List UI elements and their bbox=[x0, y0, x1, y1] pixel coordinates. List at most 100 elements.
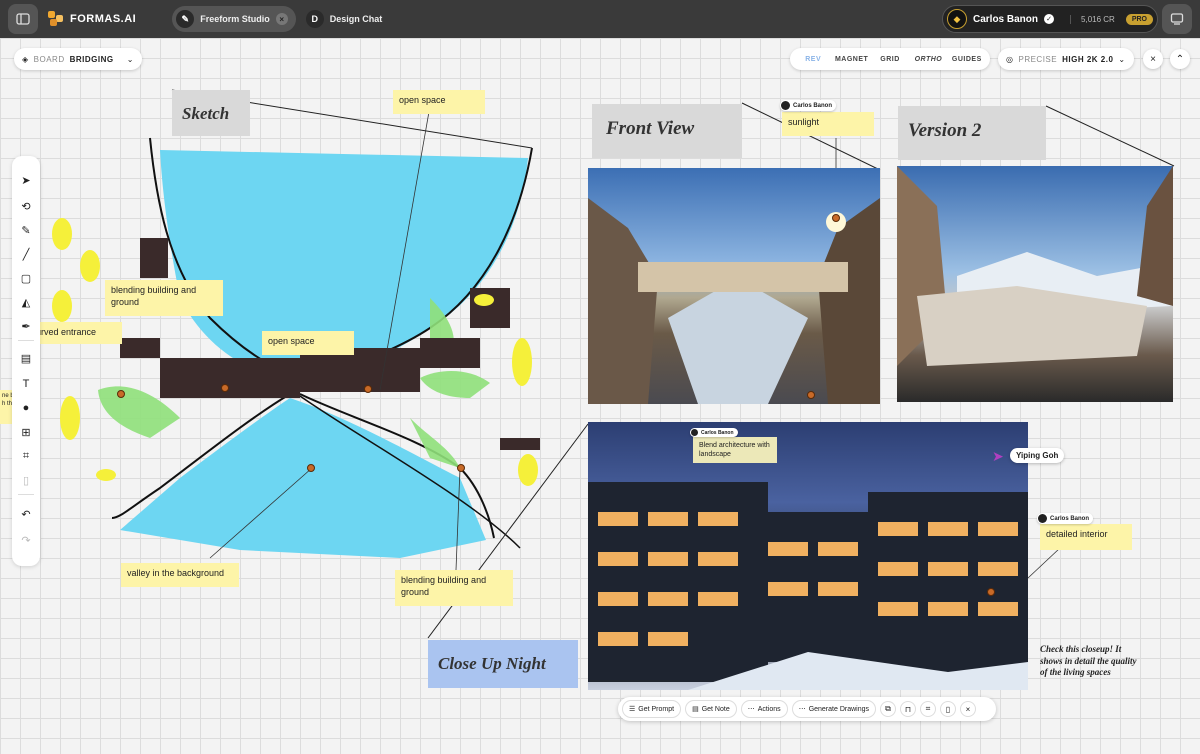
mode-rev[interactable]: REV bbox=[794, 56, 832, 63]
note-detailed-interior[interactable]: detailed interior bbox=[1040, 524, 1132, 550]
actions-button[interactable]: ⋯ Actions bbox=[740, 700, 788, 718]
pro-badge: PRO bbox=[1125, 13, 1153, 25]
mountain-graphic bbox=[588, 198, 880, 404]
mode-grid[interactable]: GRID bbox=[871, 56, 909, 63]
note-blending-building-2[interactable]: blending building and ground bbox=[395, 570, 513, 606]
present-mode-button[interactable] bbox=[1162, 4, 1192, 34]
undo-icon[interactable]: ↶ bbox=[18, 506, 34, 522]
credits-count: 5,016 CR bbox=[1070, 14, 1115, 24]
note-open-space[interactable]: open space bbox=[393, 90, 485, 114]
color-picker-icon[interactable]: ● bbox=[18, 400, 34, 416]
sidebar-icon bbox=[16, 13, 30, 25]
select-tool-icon[interactable]: ➤ bbox=[18, 172, 34, 188]
user-account-badge[interactable]: ◆ Carlos Banon ✓ 5,016 CR PRO bbox=[942, 5, 1158, 33]
tool-palette: ➤ ⟲ ✎ ╱ ▢ ◭ ✒ ▤ T ● ⊞ ⌗ ▯ ↶ ↷ bbox=[12, 156, 40, 566]
design-chat-initial: D bbox=[305, 10, 324, 28]
toolbar-divider bbox=[18, 340, 34, 341]
brush-tool-icon[interactable]: ✎ bbox=[18, 222, 34, 238]
label-sketch[interactable]: Sketch bbox=[172, 90, 250, 136]
label-front-view[interactable]: Front View bbox=[592, 104, 742, 158]
chevron-down-icon: ⌄ bbox=[1118, 54, 1126, 64]
render-value: HIGH 2K 2.0 bbox=[1062, 54, 1114, 64]
components-icon[interactable]: ⊞ bbox=[18, 424, 34, 440]
generate-label: Generate Drawings bbox=[808, 705, 869, 713]
board-label: BOARD bbox=[33, 54, 65, 64]
line-tool-icon[interactable]: ╱ bbox=[18, 246, 34, 262]
mode-magnet[interactable]: MAGNET bbox=[832, 56, 870, 63]
anchor-dot[interactable] bbox=[364, 385, 372, 393]
tab-freeform-studio[interactable]: ✎ Freeform Studio × bbox=[172, 6, 296, 32]
note-open-space-mid[interactable]: open space bbox=[262, 331, 354, 355]
anchor-dot[interactable] bbox=[117, 390, 125, 398]
building-graphic bbox=[588, 482, 1028, 690]
toolbar-divider bbox=[18, 494, 34, 495]
get-note-button[interactable]: ▤ Get Note bbox=[685, 700, 737, 718]
anchor-dot[interactable] bbox=[807, 391, 815, 399]
anchor-dot[interactable] bbox=[832, 214, 840, 222]
note-valley[interactable]: valley in the background bbox=[121, 563, 239, 587]
tab-label: Freeform Studio bbox=[200, 14, 270, 24]
duplicate-icon[interactable]: ⧉ bbox=[880, 701, 896, 717]
render-quality-selector[interactable]: ◎ PRECISE HIGH 2K 2.0 ⌄ bbox=[998, 48, 1134, 70]
note-icon: ▤ bbox=[692, 706, 699, 713]
board-selector[interactable]: ◈ BOARD BRIDGING ⌄ bbox=[14, 48, 142, 70]
chevron-up-icon: ⌃ bbox=[1175, 53, 1185, 65]
snap-mode-toggles: REV MAGNET GRID ORTHO GUIDES bbox=[790, 48, 990, 70]
lasso-tool-icon[interactable]: ⟲ bbox=[18, 198, 34, 214]
anchor-dot[interactable] bbox=[987, 588, 995, 596]
user-avatar-icon bbox=[691, 429, 698, 436]
mode-ortho[interactable]: ORTHO bbox=[909, 56, 947, 63]
delete-icon[interactable]: ▯ bbox=[940, 701, 956, 717]
note-blending-building[interactable]: blending building and ground bbox=[105, 280, 223, 316]
get-prompt-button[interactable]: ☰ Get Prompt bbox=[622, 700, 682, 718]
version-2-render[interactable] bbox=[897, 166, 1173, 402]
user-tag-carlos: Carlos Banon bbox=[1037, 513, 1094, 524]
get-prompt-label: Get Prompt bbox=[638, 705, 675, 713]
rectangle-tool-icon[interactable]: ▢ bbox=[18, 270, 34, 286]
note-curved-entrance[interactable]: urved entrance bbox=[30, 322, 122, 344]
sticky-note-icon[interactable]: ▤ bbox=[18, 350, 34, 366]
front-view-render[interactable] bbox=[588, 168, 880, 404]
generate-drawings-button[interactable]: ⋯ Generate Drawings bbox=[791, 700, 876, 718]
collapse-button[interactable]: ⌃ bbox=[1170, 49, 1190, 69]
fill-tool-icon[interactable]: ◭ bbox=[18, 294, 34, 310]
handwritten-comment[interactable]: Check this closeup! It shows in detail t… bbox=[1040, 644, 1140, 679]
note-blend-architecture[interactable]: Blend architecture with landscape bbox=[693, 437, 777, 463]
note-sunlight[interactable]: sunlight bbox=[782, 112, 874, 136]
crop-icon[interactable]: ⌗ bbox=[920, 701, 936, 717]
redo-icon[interactable]: ↷ bbox=[18, 532, 34, 548]
anchor-dot[interactable] bbox=[307, 464, 315, 472]
sidebar-toggle-button[interactable] bbox=[8, 4, 38, 34]
target-icon: ◎ bbox=[1006, 54, 1014, 64]
list-icon: ☰ bbox=[629, 706, 636, 713]
monitor-icon bbox=[1170, 13, 1184, 25]
lock-icon[interactable]: ⊓ bbox=[900, 701, 916, 717]
close-tab-icon[interactable]: × bbox=[275, 13, 288, 25]
mountain-graphic bbox=[897, 166, 1173, 366]
close-icon: × bbox=[1150, 53, 1156, 65]
close-up-night-render[interactable] bbox=[588, 422, 1028, 690]
close-button[interactable]: × bbox=[1143, 49, 1163, 69]
pen-tool-icon[interactable]: ✒ bbox=[18, 318, 34, 334]
tab-design-chat[interactable]: D Design Chat bbox=[302, 6, 391, 32]
board-value: BRIDGING bbox=[69, 54, 114, 64]
trash-icon[interactable]: ▯ bbox=[18, 472, 34, 488]
avatar: ◆ bbox=[947, 9, 967, 29]
anchor-dot[interactable] bbox=[221, 384, 229, 392]
cursor-arrow-icon: ➤ bbox=[992, 448, 1004, 464]
freeform-canvas[interactable]: Sketch Front View Version 2 Close Up Nig… bbox=[0, 38, 1200, 754]
mode-guides[interactable]: GUIDES bbox=[948, 56, 986, 63]
label-version-2[interactable]: Version 2 bbox=[898, 106, 1046, 160]
deselect-icon[interactable]: × bbox=[960, 701, 976, 717]
get-note-label: Get Note bbox=[701, 705, 730, 713]
tag-name: Carlos Banon bbox=[793, 102, 833, 109]
user-avatar-icon bbox=[1038, 514, 1047, 523]
text-tool-icon[interactable]: T bbox=[18, 376, 34, 392]
actions-label: Actions bbox=[757, 705, 781, 713]
anchor-dot[interactable] bbox=[457, 464, 465, 472]
label-close-up-night[interactable]: Close Up Night bbox=[428, 640, 578, 688]
frame-tool-icon[interactable]: ⌗ bbox=[18, 448, 34, 464]
brand-logo[interactable]: FORMAS.AI bbox=[48, 11, 136, 27]
user-tag-carlos: Carlos Banon bbox=[780, 100, 837, 111]
board-icon: ◈ bbox=[22, 54, 29, 64]
